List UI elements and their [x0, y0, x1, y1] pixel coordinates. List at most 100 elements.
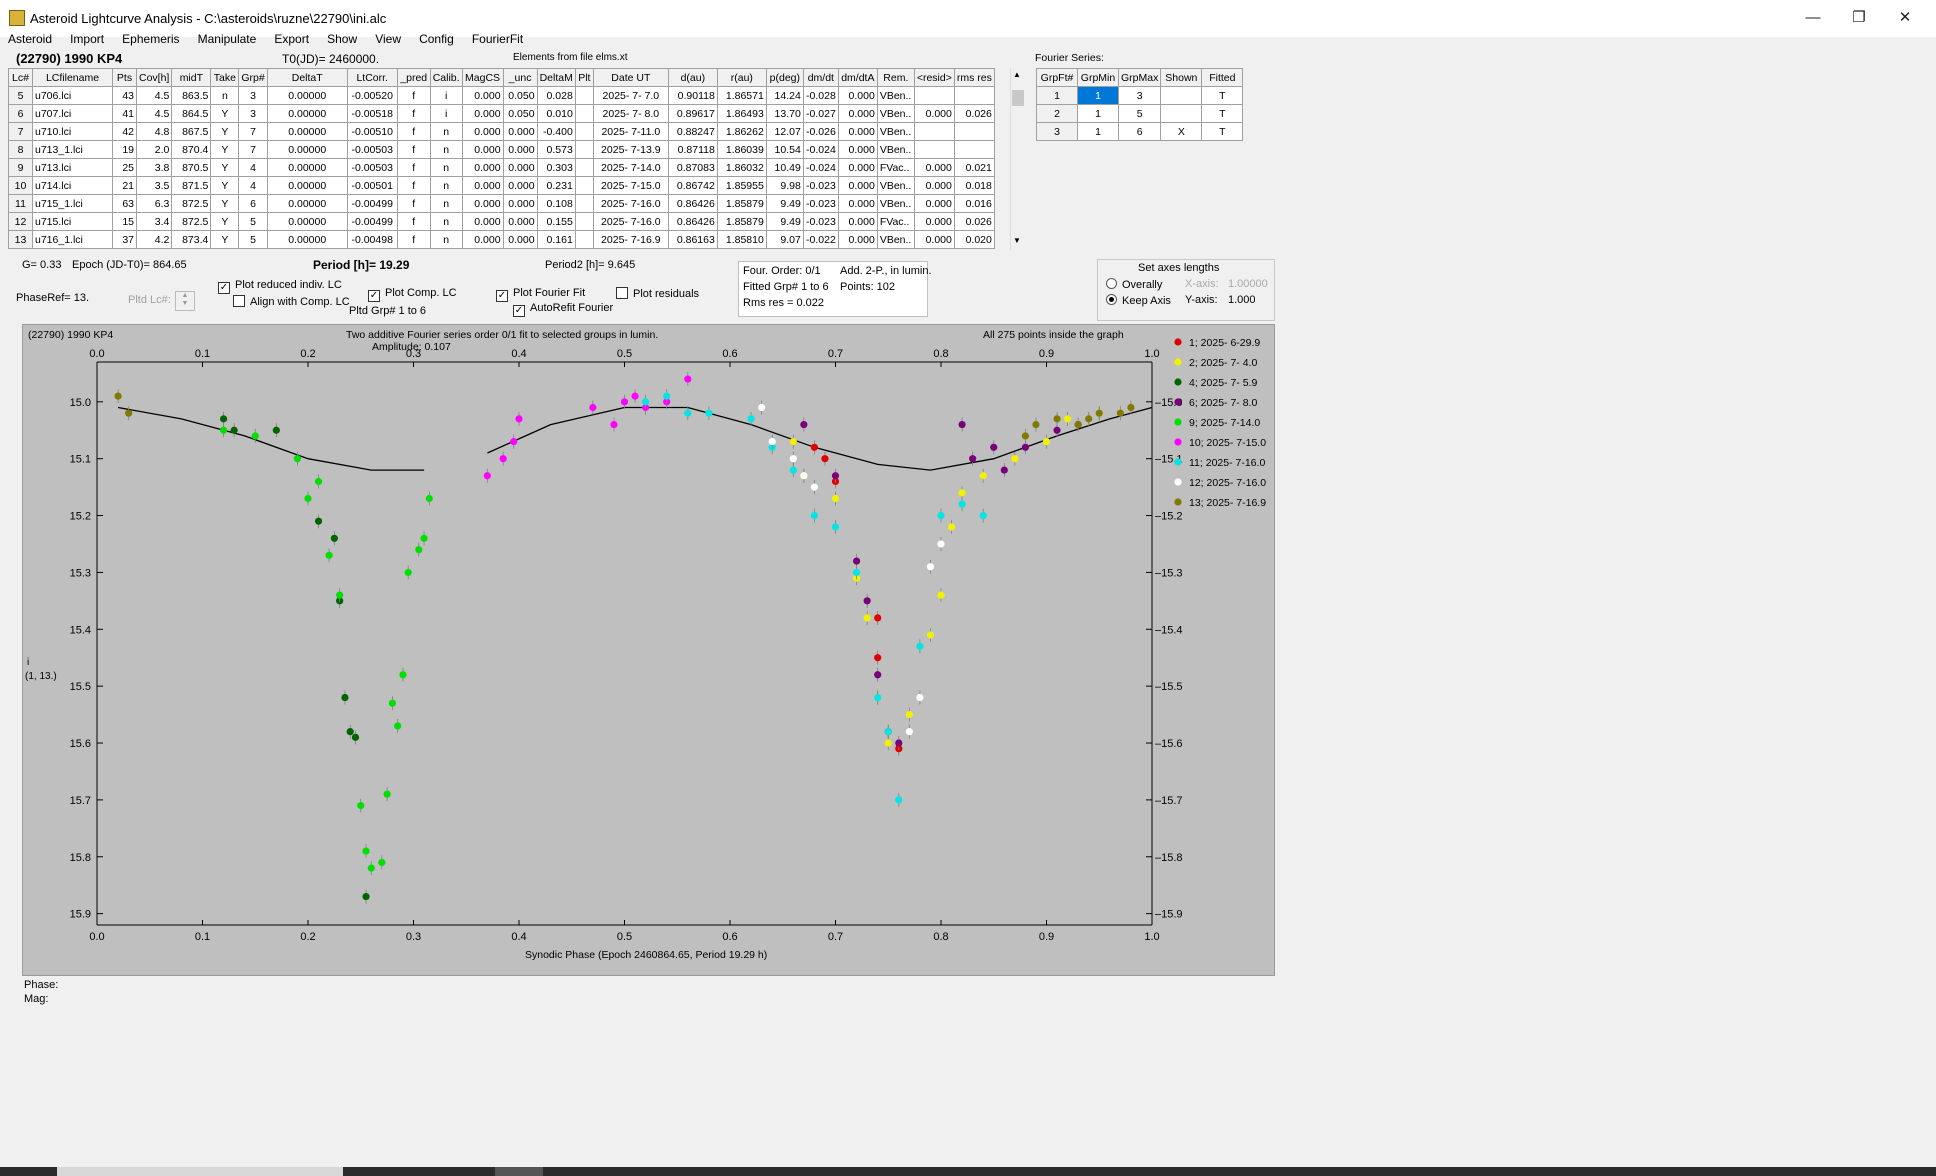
- fourier-table-cell[interactable]: T: [1201, 104, 1244, 123]
- lc-table-cell[interactable]: 2025- 7-16.0: [592, 212, 669, 231]
- lc-table-cell[interactable]: f: [396, 86, 431, 105]
- lc-table-cell[interactable]: [953, 140, 995, 159]
- lc-col-header[interactable]: dm/dtA: [837, 68, 878, 87]
- lc-table-cell[interactable]: 0.000: [461, 86, 504, 105]
- lc-table-cell[interactable]: 0.000: [913, 176, 955, 195]
- lc-table-cell[interactable]: 1.86493: [716, 104, 767, 123]
- lc-table-cell[interactable]: 13: [8, 230, 33, 249]
- lc-col-header[interactable]: Lc#: [8, 68, 33, 87]
- lc-table-cell[interactable]: u707.lci: [32, 104, 113, 123]
- lc-table-row[interactable]: 8 u713_1.lci 19 2.0 870.4 Y 7 0.00000 -0.00503 f n…: [8, 140, 995, 159]
- lc-table-cell[interactable]: 0.016: [953, 194, 995, 213]
- fourier-table-cell[interactable]: 6: [1117, 122, 1162, 141]
- lc-table-cell[interactable]: 863.5: [171, 86, 212, 105]
- lc-col-header[interactable]: Plt: [574, 68, 594, 87]
- lc-table-cell[interactable]: u716_1.lci: [32, 230, 113, 249]
- fourier-table-cell[interactable]: 5: [1117, 104, 1162, 123]
- lc-col-header[interactable]: _pred: [396, 68, 431, 87]
- lc-table-cell[interactable]: -0.00518: [346, 104, 398, 123]
- lc-col-header[interactable]: p(deg): [765, 68, 804, 87]
- lc-table-cell[interactable]: 0.89617: [667, 104, 718, 123]
- fourier-col-header[interactable]: Shown: [1160, 68, 1203, 87]
- lc-table-cell[interactable]: 5: [238, 230, 268, 249]
- lc-table-cell[interactable]: f: [396, 230, 431, 249]
- fourier-table-cell[interactable]: T: [1201, 122, 1244, 141]
- period-param[interactable]: Period [h]= 19.29: [313, 258, 409, 272]
- lc-table-cell[interactable]: 3.8: [135, 158, 173, 177]
- lc-table-cell[interactable]: n: [429, 122, 463, 141]
- lc-col-header[interactable]: r(au): [716, 68, 767, 87]
- lc-table-cell[interactable]: 0.000: [837, 158, 878, 177]
- lc-table-cell[interactable]: 0.00000: [266, 122, 348, 141]
- lc-table-cell[interactable]: 0.000: [913, 158, 955, 177]
- lc-table-cell[interactable]: 0.028: [536, 86, 576, 105]
- lc-table-cell[interactable]: 872.5: [171, 212, 212, 231]
- lc-table-cell[interactable]: [913, 122, 955, 141]
- lc-table-cell[interactable]: [953, 122, 995, 141]
- lc-table-cell[interactable]: 12: [8, 212, 33, 231]
- lc-table-cell[interactable]: 873.4: [171, 230, 212, 249]
- lc-table-cell[interactable]: [574, 140, 594, 159]
- lc-table-cell[interactable]: 7: [238, 140, 268, 159]
- lc-table-cell[interactable]: [913, 140, 955, 159]
- plot-residuals-option[interactable]: Plot residuals: [616, 287, 699, 300]
- lc-table-cell[interactable]: 3: [238, 104, 268, 123]
- lc-table-cell[interactable]: 6.3: [135, 194, 173, 213]
- lc-table-cell[interactable]: f: [396, 176, 431, 195]
- lc-table-cell[interactable]: 1.85879: [716, 194, 767, 213]
- lc-table-cell[interactable]: 0.000: [837, 176, 878, 195]
- menu-export[interactable]: Export: [274, 32, 309, 46]
- lc-table-cell[interactable]: VBen..: [876, 122, 915, 141]
- lc-table-cell[interactable]: 0.00000: [266, 104, 348, 123]
- lc-table-cell[interactable]: 0.000: [837, 104, 878, 123]
- lc-table-cell[interactable]: f: [396, 212, 431, 231]
- lc-table-cell[interactable]: 0.026: [953, 104, 995, 123]
- lc-table-cell[interactable]: -0.00503: [346, 158, 398, 177]
- close-icon[interactable]: ✕: [1883, 4, 1927, 32]
- lc-table-cell[interactable]: u713_1.lci: [32, 140, 113, 159]
- lc-table-row[interactable]: 9 u713.lci 25 3.8 870.5 Y 4 0.00000 -0.00503 f n 0.…: [8, 158, 995, 177]
- lc-table-cell[interactable]: 0.86426: [667, 194, 718, 213]
- lc-table-cell[interactable]: 2025- 7-16.0: [592, 194, 669, 213]
- lc-col-header[interactable]: dm/dt: [802, 68, 839, 87]
- lc-table-cell[interactable]: 0.000: [461, 194, 504, 213]
- fourier-table-cell[interactable]: 3: [1036, 122, 1078, 141]
- lc-table-cell[interactable]: 0.88247: [667, 122, 718, 141]
- lc-table-cell[interactable]: VBen..: [876, 104, 915, 123]
- lc-table-cell[interactable]: 0.000: [913, 212, 955, 231]
- lc-table-cell[interactable]: [574, 212, 594, 231]
- lc-table-cell[interactable]: -0.00503: [346, 140, 398, 159]
- lc-col-header[interactable]: MagCS: [461, 68, 504, 87]
- lc-table-cell[interactable]: 63: [112, 194, 137, 213]
- overally-radio[interactable]: [1106, 278, 1117, 289]
- lc-table-cell[interactable]: 0.050: [502, 86, 538, 105]
- scroll-thumb[interactable]: [1012, 90, 1024, 106]
- lc-table-cell[interactable]: -0.00520: [346, 86, 398, 105]
- lc-table-cell[interactable]: u706.lci: [32, 86, 113, 105]
- lc-table-cell[interactable]: FVac..: [876, 212, 915, 231]
- lc-table-cell[interactable]: Y: [210, 176, 240, 195]
- lc-table-cell[interactable]: 1.86262: [716, 122, 767, 141]
- lc-table-cell[interactable]: 41: [112, 104, 137, 123]
- lc-table-cell[interactable]: -0.024: [802, 158, 839, 177]
- lc-table-cell[interactable]: 9: [8, 158, 33, 177]
- lc-table-cell[interactable]: u715_1.lci: [32, 194, 113, 213]
- fourier-table-cell[interactable]: [1160, 86, 1203, 105]
- taskbar-item[interactable]: [57, 1167, 343, 1176]
- lc-table-cell[interactable]: 0.000: [502, 176, 538, 195]
- fourier-col-header[interactable]: GrpMin: [1077, 68, 1119, 87]
- lc-table-cell[interactable]: 14.24: [765, 86, 804, 105]
- lc-col-header[interactable]: _unc: [502, 68, 538, 87]
- lc-table-cell[interactable]: 9.49: [765, 194, 804, 213]
- lc-table-row[interactable]: 10 u714.lci 21 3.5 871.5 Y 4 0.00000 -0.00501 f n 0…: [8, 176, 995, 195]
- overally-option[interactable]: Overally: [1106, 278, 1162, 291]
- lc-table-cell[interactable]: 2025- 7- 7.0: [592, 86, 669, 105]
- lc-table-cell[interactable]: 0.000: [837, 140, 878, 159]
- fourier-table-cell[interactable]: 1: [1077, 104, 1119, 123]
- lc-col-header[interactable]: Pts: [112, 68, 137, 87]
- align-comp-option[interactable]: Align with Comp. LC: [233, 295, 350, 308]
- lc-table-cell[interactable]: 3.4: [135, 212, 173, 231]
- xaxis-input[interactable]: 1.00000: [1228, 278, 1268, 290]
- lc-table-cell[interactable]: [913, 86, 955, 105]
- lc-table-cell[interactable]: 0.000: [837, 122, 878, 141]
